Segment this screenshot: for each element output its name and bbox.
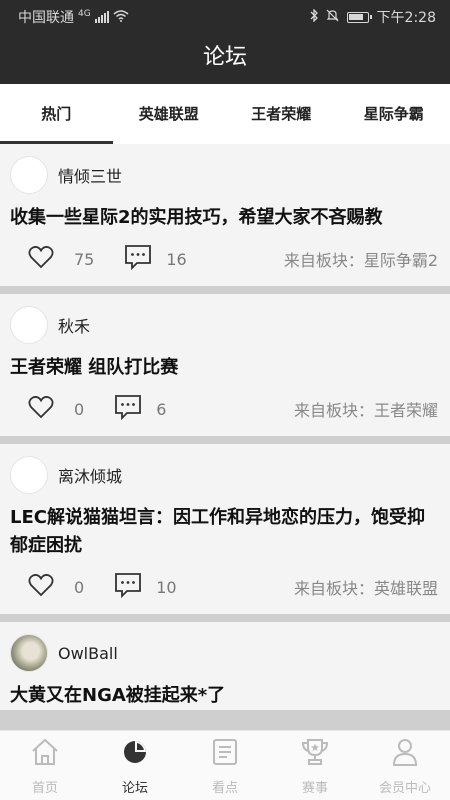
post-card[interactable]: 情倾三世 收集一些星际2的实用技巧，希望大家不吝赐教 75 16 来自板块：星际… xyxy=(0,144,450,286)
post-feed: 情倾三世 收集一些星际2的实用技巧，希望大家不吝赐教 75 16 来自板块：星际… xyxy=(0,144,450,730)
post-card[interactable]: OwlBall 大黄又在NGA被挂起来*了 xyxy=(0,622,450,710)
comment-icon[interactable] xyxy=(124,244,152,274)
bottom-nav: 首页 论坛 看点 赛事 会员中心 xyxy=(0,730,450,800)
tab-honor-of-kings[interactable]: 王者荣耀 xyxy=(225,84,338,144)
tab-starcraft[interactable]: 星际争霸 xyxy=(338,84,450,144)
tab-hot[interactable]: 热门 xyxy=(0,84,113,144)
like-count: 0 xyxy=(74,399,85,419)
post-title[interactable]: LEC解说猫猫坦言：因工作和异地恋的压力，饱受抑郁症困扰 xyxy=(0,498,450,560)
nav-home[interactable]: 首页 xyxy=(0,731,90,800)
post-title[interactable]: 王者荣耀 组队打比赛 xyxy=(0,348,450,382)
carrier-label: 中国联通 xyxy=(18,10,74,26)
nav-news[interactable]: 看点 xyxy=(180,731,270,800)
status-bar: 中国联通 4G 下午2:28 xyxy=(0,0,450,32)
page-title: 论坛 xyxy=(0,32,450,84)
like-count: 75 xyxy=(74,249,95,269)
nav-label: 首页 xyxy=(31,781,58,796)
avatar[interactable] xyxy=(10,456,48,494)
network-label: 4G xyxy=(78,9,91,19)
author-name[interactable]: 情倾三世 xyxy=(58,163,122,187)
nav-member-center[interactable]: 会员中心 xyxy=(360,731,450,800)
tab-lol[interactable]: 英雄联盟 xyxy=(113,84,226,144)
nav-label: 看点 xyxy=(211,781,238,796)
comment-icon[interactable] xyxy=(114,394,142,424)
heart-icon[interactable] xyxy=(28,573,54,601)
post-source[interactable]: 来自板块：星际争霸2 xyxy=(284,247,438,271)
nav-label: 论坛 xyxy=(121,781,148,796)
mute-icon xyxy=(326,9,339,26)
post-title[interactable]: 大黄又在NGA被挂起来*了 xyxy=(0,676,450,710)
battery-icon xyxy=(346,11,372,23)
clock-label: 下午2:28 xyxy=(376,10,436,26)
comment-count: 6 xyxy=(156,399,167,419)
avatar[interactable] xyxy=(10,306,48,344)
nav-forum[interactable]: 论坛 xyxy=(90,731,180,800)
nav-label: 会员中心 xyxy=(378,781,431,796)
forum-icon xyxy=(120,737,150,771)
avatar[interactable] xyxy=(10,634,48,672)
heart-icon[interactable] xyxy=(28,395,54,423)
user-icon xyxy=(390,737,420,771)
signal-icon xyxy=(94,11,109,23)
avatar[interactable] xyxy=(10,156,48,194)
comment-count: 10 xyxy=(156,577,177,597)
post-source[interactable]: 来自板块：英雄联盟 xyxy=(294,575,438,599)
comment-count: 16 xyxy=(166,249,187,269)
post-source[interactable]: 来自板块：王者荣耀 xyxy=(294,397,438,421)
wifi-icon xyxy=(113,9,129,26)
category-tabs: 热门 英雄联盟 王者荣耀 星际争霸 xyxy=(0,84,450,144)
news-icon xyxy=(210,737,240,771)
post-title[interactable]: 收集一些星际2的实用技巧，希望大家不吝赐教 xyxy=(0,198,450,232)
home-icon xyxy=(30,737,60,771)
post-card[interactable]: 秋禾 王者荣耀 组队打比赛 0 6 来自板块：王者荣耀 xyxy=(0,294,450,436)
nav-label: 赛事 xyxy=(301,781,328,796)
trophy-icon xyxy=(300,737,330,771)
bluetooth-icon xyxy=(310,7,318,26)
nav-matches[interactable]: 赛事 xyxy=(270,731,360,800)
author-name[interactable]: 秋禾 xyxy=(58,313,90,337)
author-name[interactable]: 离沐倾城 xyxy=(58,463,122,487)
post-card[interactable]: 离沐倾城 LEC解说猫猫坦言：因工作和异地恋的压力，饱受抑郁症困扰 0 10 来… xyxy=(0,444,450,614)
author-name[interactable]: OwlBall xyxy=(58,644,118,663)
like-count: 0 xyxy=(74,577,85,597)
heart-icon[interactable] xyxy=(28,245,54,273)
comment-icon[interactable] xyxy=(114,572,142,602)
